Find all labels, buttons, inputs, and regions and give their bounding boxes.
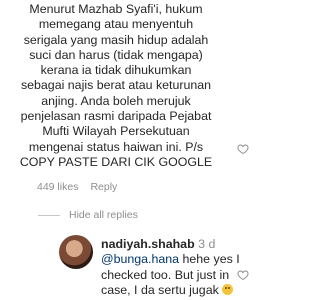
comment-line: Mufti Wilayah Persekutuan [42,124,190,139]
hide-replies-button[interactable]: Hide all replies [38,209,138,221]
reply-time: 3 d [198,237,216,251]
heart-icon[interactable] [237,269,249,281]
comment-line: suci dan harus (tidak mengapa) [29,47,203,62]
comment-line: kerana ia tidak dihukumkan [40,63,192,78]
divider-line [38,214,60,216]
hide-replies-label: Hide all replies [69,209,138,221]
comment-line: memegang atau menyentuh [38,17,194,32]
reply-body: nadiyah.shahab 3 d @bunga.hana hehe yes … [101,237,241,298]
grinning-face-emoji-icon [222,283,234,295]
reply-username[interactable]: nadiyah.shahab [101,237,195,251]
comment-meta: 449 likes Reply [37,181,117,193]
reply-button[interactable]: Reply [90,181,117,193]
comment-line: mengenai status haiwan ini. P/s [28,139,204,154]
reply-line-3: case, I da sertu jugak [101,282,223,297]
comment-body: Menurut Mazhab Syafi'i, hukum memegang a… [10,2,222,170]
like-count[interactable]: 449 likes [37,181,78,193]
mention-link[interactable]: @bunga.hana [101,252,179,266]
comment-thread: Menurut Mazhab Syafi'i, hukum memegang a… [0,0,261,300]
avatar[interactable] [59,235,93,269]
comment-line: penjelasan rasmi daripada Pejabat [20,109,212,124]
comment-line: COPY PASTE DARI CIK GOOGLE [19,154,213,169]
comment-line: Menurut Mazhab Syafi'i, hukum [29,2,203,16]
comment-line: sebagai najis berat atau keturunan [20,78,212,93]
heart-icon[interactable] [237,143,249,155]
reply-line-2: checked too. But just in [101,267,230,282]
comment-line: anjing. Anda boleh merujuk [41,93,191,108]
reply-line-1: hehe yes I [179,252,240,267]
comment-line: serigala yang masih hidup adalah [23,32,209,47]
